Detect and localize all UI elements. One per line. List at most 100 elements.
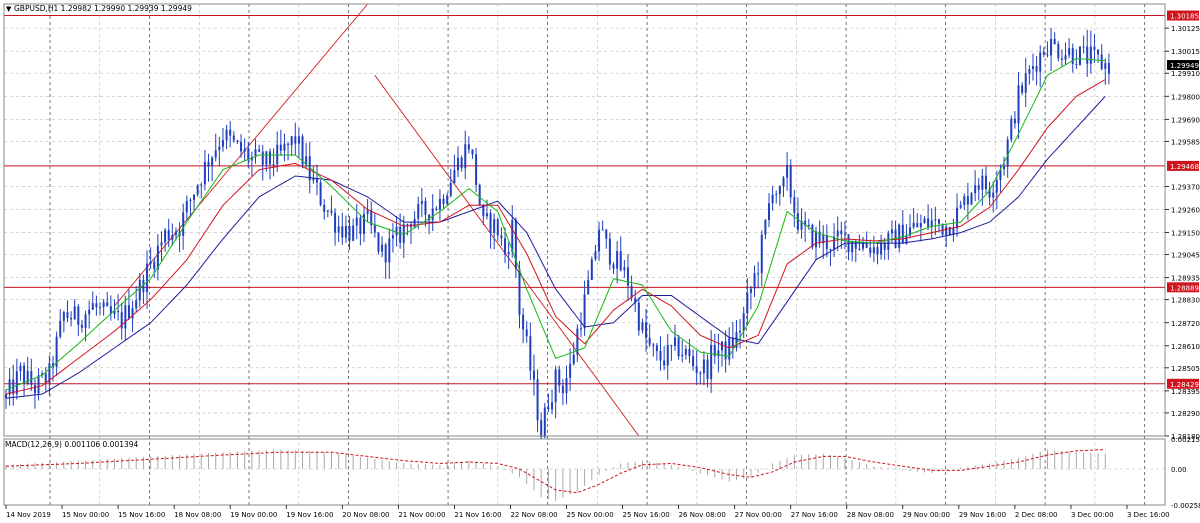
candle-body [80,324,83,328]
price-tick-label: 1.30125 [1171,25,1200,33]
candle-body [641,322,644,331]
candle-body [1078,46,1081,66]
candle-body [977,185,980,190]
candle-body [493,219,496,234]
candle-body [522,314,525,330]
candle-body [153,261,156,270]
candle-body [706,359,709,380]
time-tick-label: 28 Nov 08:00 [847,511,894,519]
candle-body [912,223,915,228]
level-price-label: 1.28429 [1170,381,1199,389]
trading-chart[interactable]: 1.30125 1.30015 1.29910 1.29800 1.29690 1.295… [0,0,1200,523]
candle-body [366,210,369,214]
time-tick-label: 29 Nov 16:00 [959,511,1006,519]
candle-body [945,226,948,235]
candle-body [623,267,626,271]
candle-body [1064,55,1067,60]
candle-body [1021,85,1024,93]
time-tick-label: 21 Nov 00:00 [398,511,445,519]
candle-body [724,341,727,360]
candle-body [164,230,167,243]
candle-body [1010,118,1013,140]
candle-body [287,143,290,146]
level-price-label: 1.29468 [1170,163,1199,171]
price-tick-label: 1.28290 [1171,410,1200,418]
candle-body [811,225,814,248]
candle-body [117,310,120,313]
candle-body [898,224,901,248]
candle-body [757,273,760,275]
candle-body [341,226,344,238]
candle-body [221,140,224,147]
price-tick-label: 1.29585 [1171,138,1200,146]
candle-body [1046,54,1049,56]
price-tick-label: 1.30015 [1171,48,1200,56]
time-tick-label: 27 Nov 16:00 [791,511,838,519]
candle-body [702,359,705,374]
candle-body [1050,38,1053,56]
candle-body [768,203,771,221]
candle-body [652,344,655,346]
candle-body [995,180,998,193]
candle-body [692,356,695,367]
time-tick-label: 2 Dec 08:00 [1015,511,1058,519]
candle-body [174,231,177,235]
candle-body [551,402,554,410]
candle-body [786,164,789,178]
candle-body [887,233,890,250]
symbol-line: GBPUSD,H1 1.29982 1.29990 1.29939 1.2994… [14,4,192,13]
candle-body [880,242,883,255]
candle-body [236,140,239,142]
macd-tick-label: 0.00 [1171,466,1187,474]
candle-body [616,250,619,269]
candle-body [258,149,261,152]
candle-body [193,194,196,201]
candle-body [587,279,590,295]
time-tick-label: 22 Nov 08:00 [510,511,557,519]
candle-body [211,157,214,167]
macd-label: MACD(12,26,9) 0.001106 0.001394 [5,440,139,449]
candle-body [218,146,221,151]
candle-body [1071,48,1074,64]
candle-body [876,247,879,255]
candle-body [974,185,977,194]
candle-body [243,148,246,152]
candle-body [279,144,282,151]
candle-body [648,337,651,345]
level-price-label: 1.30185 [1170,13,1199,21]
candle-body [135,300,138,309]
candle-body [478,184,481,206]
candle-body [1107,63,1110,74]
candle-body [229,129,232,136]
candle-body [862,243,865,249]
candle-body [5,394,7,399]
candle-body [699,372,702,374]
candle-body [467,144,470,150]
candle-body [232,135,235,141]
candle-body [789,164,792,198]
candle-body [373,225,376,233]
candle-body [88,309,91,315]
candle-body [312,178,315,181]
candle-body [843,234,846,236]
candle-body [1104,63,1107,69]
candle-body [388,238,391,263]
candle-body [981,175,984,190]
candle-body [417,204,420,219]
candle-body [865,243,868,248]
candle-body [619,250,622,271]
price-tick-label: 1.29690 [1171,116,1200,124]
candle-body [710,345,713,380]
macd-tick-label: 0.002159 [1171,436,1200,444]
candle-body [1035,66,1038,72]
candle-body [283,143,286,151]
dropdown-triangle-icon[interactable]: ▼ [6,5,12,13]
level-price-label: 1.28889 [1170,284,1199,292]
candle-body [381,244,384,252]
candle-body [294,136,297,144]
candle-body [753,273,756,289]
candle-body [645,322,648,338]
candle-body [927,218,930,228]
candle-body [605,229,608,239]
candle-body [601,229,604,231]
